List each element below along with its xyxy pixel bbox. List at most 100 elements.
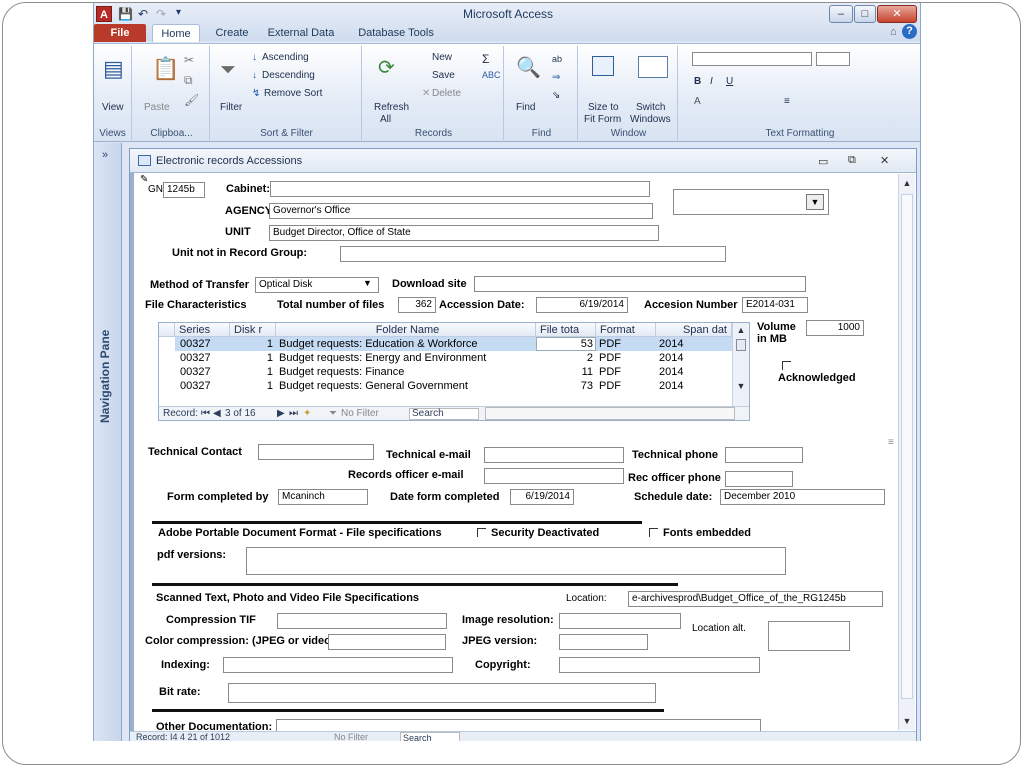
replace-icon[interactable]: ab — [552, 54, 562, 64]
acknowledged-checkbox[interactable] — [782, 361, 791, 370]
totals-icon[interactable]: Σ — [482, 52, 489, 66]
size-to-fit-icon[interactable] — [592, 56, 614, 76]
scroll-down-icon[interactable]: ▼ — [733, 379, 749, 393]
last-record-icon[interactable]: ⏭ — [289, 407, 298, 421]
col-format[interactable]: Format — [596, 323, 656, 337]
bitrate-field[interactable] — [228, 683, 656, 703]
form-scroll-down-icon[interactable]: ▼ — [899, 714, 915, 728]
font-name-select[interactable] — [692, 52, 812, 66]
security-deactivated-checkbox[interactable] — [477, 528, 486, 537]
descending-button[interactable]: Descending — [262, 70, 315, 81]
method-field[interactable]: Optical Disk — [255, 277, 379, 293]
new-record-icon[interactable]: ✦ — [303, 407, 311, 421]
no-filter-icon[interactable]: ⏷ — [329, 407, 337, 421]
image-resolution-field[interactable] — [559, 613, 681, 629]
col-span-date[interactable]: Span dat — [656, 323, 732, 337]
copyright-field[interactable] — [559, 657, 760, 673]
volume-field[interactable]: 1000 — [806, 320, 864, 336]
cut-icon[interactable]: ✂ — [184, 54, 194, 66]
datasheet-vscrollbar[interactable]: ▲ ▼ — [732, 323, 749, 407]
rec-email-field[interactable] — [484, 468, 624, 484]
paste-icon[interactable]: 📋 — [152, 58, 179, 80]
refresh-icon[interactable]: ⟳ — [378, 58, 395, 78]
datasheet-hscrollbar[interactable] — [485, 407, 735, 420]
underline-icon[interactable]: U — [726, 76, 733, 87]
fonts-embedded-checkbox[interactable] — [649, 528, 658, 537]
first-record-icon[interactable]: ⏮ — [201, 407, 210, 421]
format-painter-icon[interactable]: 🖌 — [184, 94, 199, 106]
form-vscrollbar[interactable]: ▲ ▼ — [898, 174, 915, 730]
record-position[interactable]: 3 of 16 — [225, 407, 256, 421]
datasheet-search[interactable]: Search — [409, 408, 479, 420]
font-color-icon[interactable]: A — [694, 96, 701, 107]
remove-sort-icon[interactable]: ↯ — [252, 88, 260, 99]
help-icon[interactable]: ? — [902, 24, 917, 39]
close-button[interactable]: ✕ — [877, 5, 917, 23]
series-datasheet[interactable]: Series Disk r Folder Name File tota Form… — [158, 322, 750, 421]
agency-field[interactable]: Governor's Office — [269, 203, 653, 219]
accession-number-field[interactable]: E2014-031 — [742, 297, 808, 313]
splitter-icon[interactable]: ≡ — [888, 437, 894, 448]
unit-field[interactable]: Budget Director, Office of State — [269, 225, 659, 241]
delete-icon[interactable]: ✕ — [422, 88, 430, 99]
tech-email-field[interactable] — [484, 447, 624, 463]
tab-database-tools[interactable]: Database Tools — [352, 24, 440, 42]
tab-external-data[interactable]: External Data — [264, 24, 338, 42]
compression-field[interactable] — [277, 613, 447, 629]
remove-sort-button[interactable]: Remove Sort — [264, 88, 322, 99]
tab-home[interactable]: Home — [152, 24, 200, 42]
form-no-filter[interactable]: No Filter — [334, 732, 368, 741]
schedule-field[interactable]: December 2010 — [720, 489, 885, 505]
minimize-button[interactable]: – — [829, 5, 853, 23]
cabinet-dropdown-icon[interactable]: ▼ — [806, 194, 824, 210]
location-field[interactable]: e-archivesprod\Budget_Office_of_the_RG12… — [628, 591, 883, 607]
find-button[interactable]: Find — [516, 102, 535, 113]
font-size-select[interactable] — [816, 52, 850, 66]
size-to-fit-button[interactable]: Size to — [588, 102, 619, 113]
copy-icon[interactable]: ⧉ — [184, 74, 193, 86]
form-close-button[interactable]: ✕ — [880, 154, 889, 167]
goto-icon[interactable]: ⇒ — [552, 72, 560, 83]
download-field[interactable] — [474, 276, 806, 292]
tech-contact-field[interactable] — [258, 444, 374, 460]
col-folder-name[interactable]: Folder Name — [276, 323, 536, 337]
scroll-thumb[interactable] — [736, 339, 746, 351]
col-disk[interactable]: Disk r — [230, 323, 276, 337]
expand-nav-icon[interactable]: » — [102, 149, 108, 161]
ascending-button[interactable]: Ascending — [262, 52, 309, 63]
scroll-up-icon[interactable]: ▲ — [733, 323, 749, 337]
delete-record-button[interactable]: Delete — [432, 88, 461, 99]
refresh-button[interactable]: Refresh — [374, 102, 409, 113]
unit-not-field[interactable] — [340, 246, 726, 262]
switch-windows-icon[interactable] — [638, 56, 668, 78]
prev-record-icon[interactable]: ◀ — [213, 407, 221, 421]
spelling-icon[interactable]: ABC — [482, 70, 501, 80]
switch-windows-button[interactable]: Switch — [636, 102, 665, 113]
italic-icon[interactable]: I — [710, 76, 713, 87]
select-all-header[interactable] — [159, 323, 175, 337]
ascending-icon[interactable]: ↓ — [252, 52, 257, 63]
total-files-field[interactable]: 362 — [398, 297, 436, 313]
select-icon[interactable]: ⇘ — [552, 90, 560, 101]
indexing-field[interactable] — [223, 657, 453, 673]
next-record-icon[interactable]: ▶ — [277, 407, 285, 421]
record-selector-bar[interactable] — [130, 173, 134, 741]
bold-icon[interactable]: B — [694, 76, 701, 87]
col-series[interactable]: Series — [175, 323, 230, 337]
jpeg-version-field[interactable] — [559, 634, 648, 650]
form-scroll-thumb[interactable] — [901, 194, 913, 699]
view-button[interactable]: View — [102, 102, 124, 113]
date-completed-field[interactable]: 6/19/2014 — [510, 489, 574, 505]
form-completed-field[interactable]: Mcaninch — [278, 489, 368, 505]
maximize-button[interactable]: □ — [854, 5, 876, 23]
form-minimize-button[interactable]: ▭ — [818, 155, 828, 168]
paste-button[interactable]: Paste — [144, 102, 170, 113]
accession-date-field[interactable]: 6/19/2014 — [536, 297, 628, 313]
color-compression-field[interactable] — [328, 634, 446, 650]
rec-phone-field[interactable] — [725, 471, 793, 487]
tab-file[interactable]: File — [94, 24, 146, 42]
tab-create[interactable]: Create — [212, 24, 252, 42]
method-dropdown-icon[interactable]: ▼ — [363, 278, 372, 288]
view-icon[interactable]: ▤ — [103, 58, 124, 80]
form-restore-button[interactable]: ⧉ — [848, 154, 856, 167]
